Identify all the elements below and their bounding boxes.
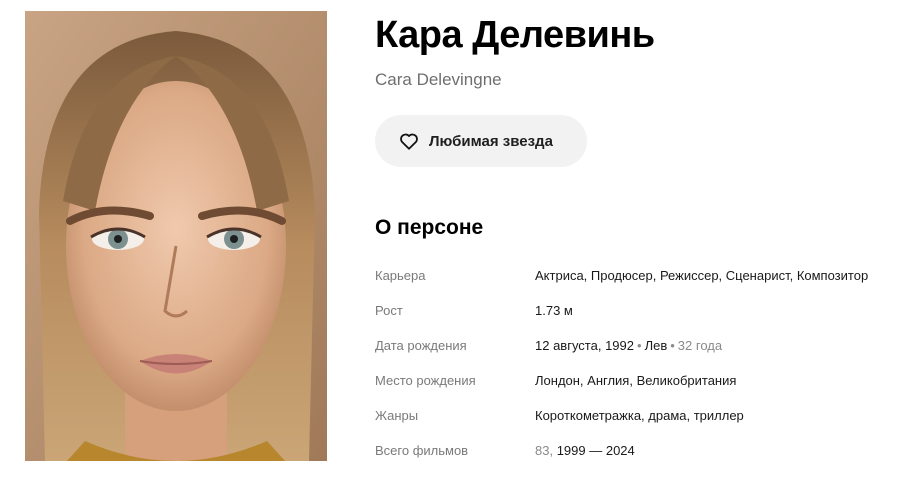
fact-films-total: Всего фильмов 83, 1999 — 2024 bbox=[375, 433, 905, 468]
separator-dot: • bbox=[637, 338, 642, 353]
person-name: Кара Делевинь bbox=[375, 14, 655, 56]
separator-dot: • bbox=[670, 338, 675, 353]
person-photo bbox=[25, 11, 327, 461]
about-section-title: О персоне bbox=[375, 216, 484, 239]
heart-icon bbox=[400, 133, 418, 150]
genres-value[interactable]: Короткометражка, драма, триллер bbox=[535, 408, 744, 423]
fact-label: Место рождения bbox=[375, 373, 476, 388]
fact-height: Рост 1.73 м bbox=[375, 293, 905, 328]
fact-label: Всего фильмов bbox=[375, 443, 469, 458]
career-value[interactable]: Актриса, Продюсер, Режиссер, Сценарист, … bbox=[535, 268, 868, 283]
birth-place-value[interactable]: Лондон, Англия, Великобритания bbox=[535, 373, 736, 388]
films-count: 83, bbox=[535, 443, 554, 458]
zodiac-sign-link[interactable]: Лев bbox=[645, 338, 668, 353]
fact-label: Дата рождения bbox=[375, 338, 467, 353]
fact-career: Карьера Актриса, Продюсер, Режиссер, Сце… bbox=[375, 258, 905, 293]
fact-genres: Жанры Короткометражка, драма, триллер bbox=[375, 398, 905, 433]
fact-label: Рост bbox=[375, 303, 403, 318]
favorite-button-label: Любимая звезда bbox=[429, 132, 553, 150]
fact-label: Карьера bbox=[375, 268, 426, 283]
person-original-name: Cara Delevingne bbox=[375, 70, 502, 89]
person-facts: Карьера Актриса, Продюсер, Режиссер, Сце… bbox=[375, 258, 905, 468]
birth-date-link[interactable]: 12 августа, 1992 bbox=[535, 338, 634, 353]
birth-date-value: 12 августа, 1992 • Лев • 32 года bbox=[535, 338, 722, 353]
height-value: 1.73 м bbox=[535, 303, 573, 318]
films-total-value: 83, 1999 — 2024 bbox=[535, 443, 635, 458]
films-years[interactable]: 1999 — 2024 bbox=[557, 443, 635, 458]
age-value: 32 года bbox=[677, 338, 723, 353]
fact-label: Жанры bbox=[375, 408, 419, 423]
fact-birth-place: Место рождения Лондон, Англия, Великобри… bbox=[375, 363, 905, 398]
fact-birth-date: Дата рождения 12 августа, 1992 • Лев • 32 го… bbox=[375, 328, 905, 363]
favorite-star-button[interactable]: Любимая звезда bbox=[375, 115, 587, 167]
